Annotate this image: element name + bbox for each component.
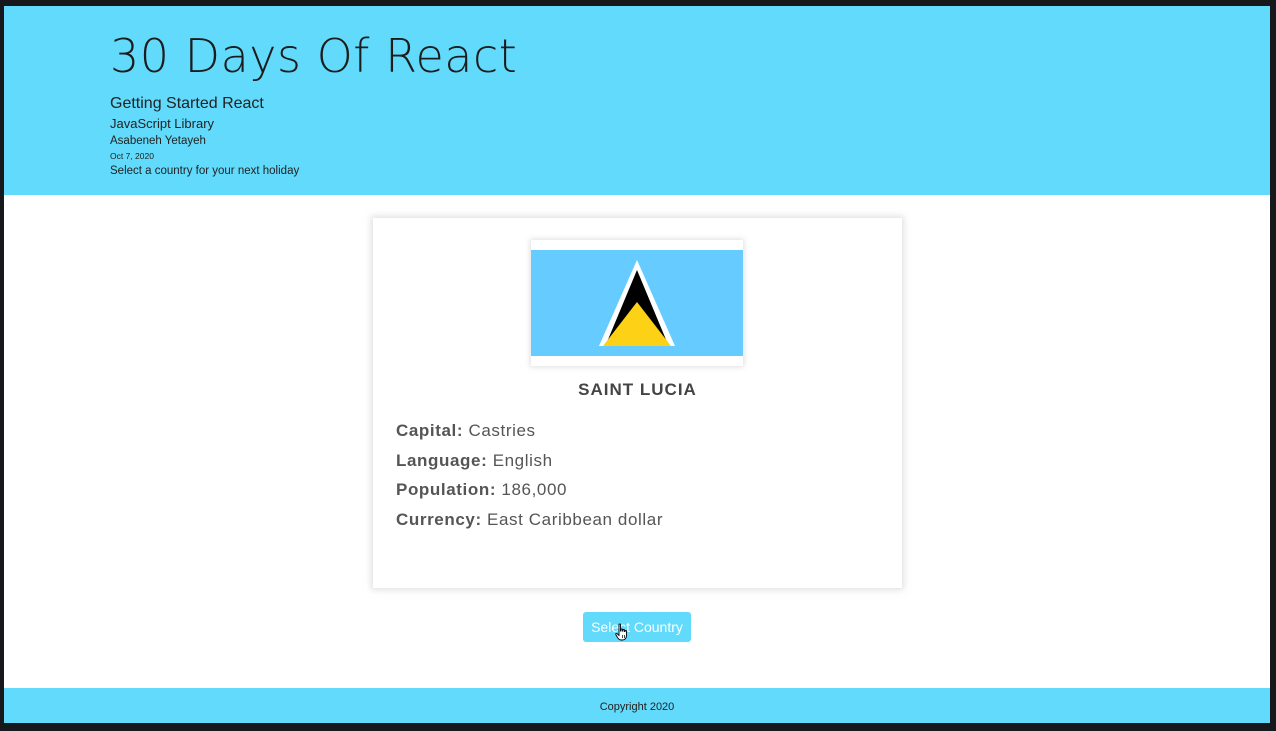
page-title: 30 Days Of React [110,29,518,83]
capital-value: Castries [468,421,536,440]
author-name: Asabeneh Yetayeh [110,135,206,147]
copyright-text: Copyright 2020 [599,701,675,713]
saint-lucia-flag-icon [531,250,743,356]
capital-row: Capital: Castries [396,416,663,446]
hand-cursor-icon [615,623,629,646]
page-subtitle: Getting Started React [110,95,264,112]
country-info: Capital: Castries Language: English Popu… [396,416,663,534]
currency-row: Currency: East Caribbean dollar [396,505,663,535]
population-value: 186,000 [501,480,568,499]
app-footer: Copyright 2020 [4,688,1270,723]
header-content: 30 Days Of React Getting Started React J… [110,30,517,179]
app-header: 30 Days Of React Getting Started React J… [4,6,1270,195]
country-card: SAINT LUCIA Capital: Castries Language: … [373,218,902,588]
currency-label: Currency: [396,509,482,529]
population-label: Population: [396,480,497,499]
flag-frame [531,240,743,366]
publish-date: Oct 7, 2020 [110,151,154,161]
select-country-button[interactable]: Select Country [583,612,691,642]
header-tagline: Select a country for your next holiday [110,165,300,177]
library-label: JavaScript Library [110,116,215,131]
population-row: Population: 186,000 [396,475,663,505]
language-row: Language: English [396,446,663,476]
country-name: SAINT LUCIA [578,380,697,399]
capital-label: Capital: [396,421,464,440]
app-viewport: 30 Days Of React Getting Started React J… [4,6,1270,723]
currency-value: East Caribbean dollar [487,509,664,529]
language-label: Language: [396,450,488,470]
language-value: English [492,450,553,470]
